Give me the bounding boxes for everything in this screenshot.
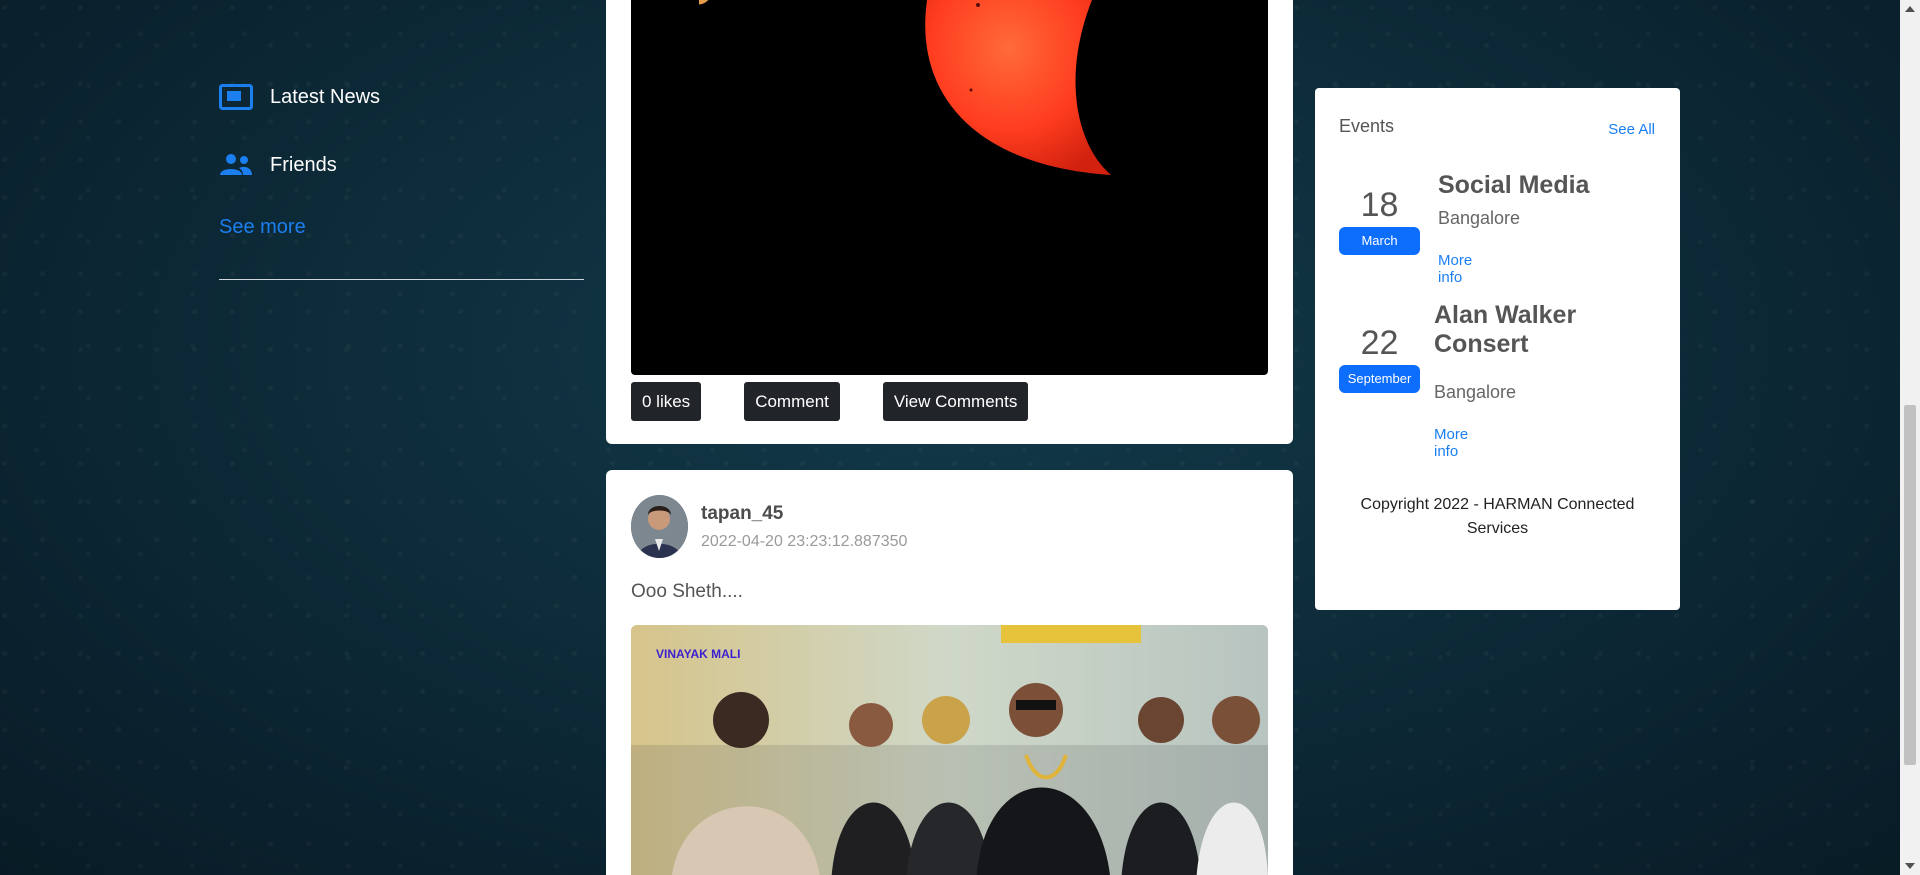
- sidebar-item-label: Latest News: [270, 85, 381, 108]
- avatar[interactable]: [631, 495, 688, 558]
- event-day: 18: [1360, 186, 1399, 224]
- post-text: Ooo Sheth....: [631, 581, 743, 602]
- event-month: March: [1339, 227, 1420, 255]
- more-info-link[interactable]: More info: [1434, 426, 1468, 460]
- more-info-link[interactable]: More info: [1438, 252, 1472, 286]
- newspaper-icon: [219, 80, 253, 114]
- view-comments-button[interactable]: View Comments: [882, 382, 1029, 421]
- comment-button[interactable]: Comment: [744, 382, 840, 421]
- likes-button[interactable]: 0 likes: [631, 382, 702, 421]
- post-card-previous: 0 likes Comment View Comments: [606, 0, 1293, 444]
- left-sidebar: Latest News Friends See more: [219, 80, 584, 280]
- see-all-link[interactable]: See All: [1608, 121, 1655, 138]
- events-panel: Events See All 18 March Social Media Ban…: [1315, 88, 1680, 610]
- event-location: Bangalore: [1438, 208, 1521, 228]
- event-date: 18 March: [1339, 183, 1420, 255]
- post-image: VINAYAK MALI: [631, 625, 1268, 875]
- image-caption: VINAYAK MALI: [656, 647, 740, 661]
- event-date: 22 September: [1339, 321, 1420, 393]
- event-day: 22: [1360, 324, 1399, 362]
- sidebar-item-latest-news[interactable]: Latest News: [219, 80, 584, 114]
- friends-icon: [219, 148, 253, 182]
- divider: [219, 279, 584, 280]
- scroll-up-arrow-icon[interactable]: [1905, 6, 1915, 12]
- post-card: tapan_45 2022-04-20 23:23:12.887350 Ooo …: [606, 470, 1293, 875]
- sidebar-item-label: Friends: [270, 153, 337, 176]
- event-location: Bangalore: [1434, 382, 1517, 402]
- post-timestamp: 2022-04-20 23:23:12.887350: [701, 533, 908, 550]
- event-title[interactable]: Alan Walker Consert: [1434, 301, 1634, 359]
- sidebar-item-friends[interactable]: Friends: [219, 148, 584, 182]
- post-image: [631, 0, 1268, 375]
- scroll-thumb[interactable]: [1904, 405, 1916, 765]
- post-username[interactable]: tapan_45: [701, 503, 783, 525]
- copyright-text: Copyright 2022 - HARMAN Connected Servic…: [1360, 496, 1635, 537]
- event-title[interactable]: Social Media: [1438, 171, 1658, 200]
- scroll-down-arrow-icon[interactable]: [1905, 863, 1915, 869]
- page-scrollbar[interactable]: [1900, 0, 1920, 875]
- event-month: September: [1339, 365, 1420, 393]
- see-more-link[interactable]: See more: [219, 216, 584, 239]
- events-title: Events: [1339, 116, 1395, 136]
- post-actions: 0 likes Comment View Comments: [631, 382, 1071, 421]
